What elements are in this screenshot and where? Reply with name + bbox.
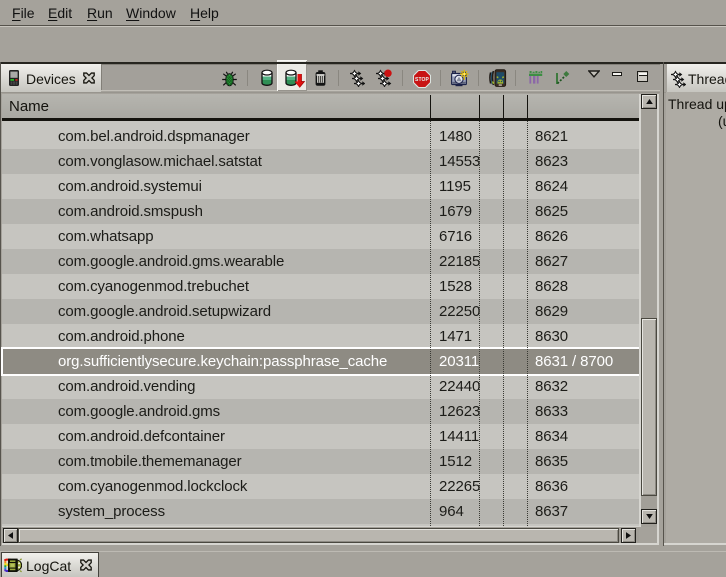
svg-text:STOP: STOP [415,77,429,83]
